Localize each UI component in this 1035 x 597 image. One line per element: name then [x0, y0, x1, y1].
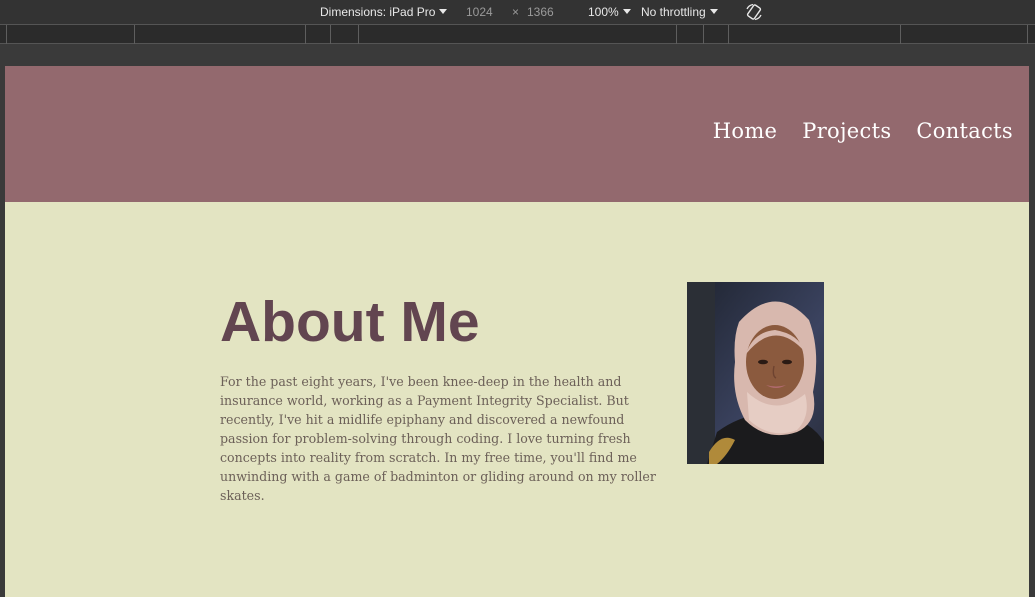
main-nav: Home Projects Contacts — [713, 119, 1013, 143]
media-query-ruler[interactable] — [0, 24, 1035, 44]
emulated-viewport: Home Projects Contacts About Me For the … — [5, 66, 1029, 597]
nav-link-contacts[interactable]: Contacts — [916, 119, 1013, 143]
throttling-label: No throttling — [641, 5, 706, 19]
rotate-icon[interactable] — [744, 2, 764, 22]
throttling-dropdown[interactable]: No throttling — [641, 5, 718, 19]
chevron-down-icon — [439, 9, 448, 14]
device-dimensions-dropdown[interactable]: Dimensions: iPad Pro — [320, 5, 448, 19]
ruler-tick — [6, 25, 7, 44]
device-dimensions-label: Dimensions: iPad Pro — [320, 5, 436, 19]
ruler-tick — [330, 25, 331, 44]
zoom-label: 100% — [588, 5, 619, 19]
device-height-input[interactable]: 1366 — [527, 5, 554, 19]
ruler-tick — [305, 25, 306, 44]
nav-link-projects[interactable]: Projects — [802, 119, 891, 143]
ruler-tick — [676, 25, 677, 44]
chevron-down-icon — [709, 9, 718, 14]
about-description: For the past eight years, I've been knee… — [220, 374, 656, 503]
site-header: Home Projects Contacts — [5, 66, 1029, 202]
nav-link-home[interactable]: Home — [713, 119, 778, 143]
ruler-tick — [1027, 25, 1028, 44]
zoom-dropdown[interactable]: 100% — [588, 5, 631, 19]
ruler-tick — [703, 25, 704, 44]
device-width-input[interactable]: 1024 — [466, 5, 493, 19]
ruler-tick — [900, 25, 901, 44]
profile-photo — [687, 282, 824, 464]
devtools-device-toolbar: Dimensions: iPad Pro 1024 × 1366 100% No… — [0, 0, 1035, 24]
ruler-tick — [358, 25, 359, 44]
about-title: About Me — [220, 290, 480, 354]
ruler-tick — [134, 25, 135, 44]
dimension-separator: × — [512, 5, 520, 19]
ruler-tick — [728, 25, 729, 44]
chevron-down-icon — [622, 9, 631, 14]
